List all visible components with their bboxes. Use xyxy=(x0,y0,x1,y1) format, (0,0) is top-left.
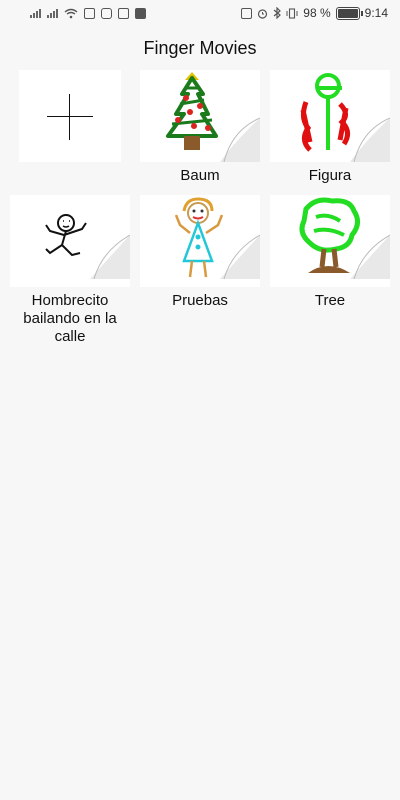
green-tree-drawing xyxy=(270,195,390,287)
movie-item[interactable]: Pruebas xyxy=(140,195,260,346)
movie-thumbnail[interactable] xyxy=(270,70,390,162)
battery-percent: 98 % xyxy=(303,6,331,20)
instagram-icon xyxy=(101,7,112,19)
movie-title: Pruebas xyxy=(172,292,228,309)
movie-thumbnail[interactable] xyxy=(10,195,130,287)
movie-thumbnail[interactable] xyxy=(140,70,260,162)
page-title: Finger Movies xyxy=(143,38,257,58)
stick-man-drawing xyxy=(10,195,130,287)
movie-title: Hombrecito bailando en la calle xyxy=(23,292,117,345)
mail-icon xyxy=(135,7,146,19)
movie-item[interactable]: Figura xyxy=(270,70,390,185)
movie-title: Figura xyxy=(308,167,352,184)
message-icon xyxy=(84,7,95,19)
movie-thumbnail[interactable] xyxy=(140,195,260,287)
green-red-figure-drawing xyxy=(270,70,390,162)
signal-icon xyxy=(30,8,41,18)
clock: 9:14 xyxy=(364,6,388,20)
alarm-icon xyxy=(258,8,268,19)
movies-grid: Baum Figura Hombrecito bailando en la ca… xyxy=(10,70,390,346)
status-bar-left-icons xyxy=(0,7,146,19)
movie-title: Baum xyxy=(180,167,220,184)
vibrate-icon xyxy=(286,7,298,19)
movie-item[interactable]: Baum xyxy=(140,70,260,185)
movie-thumbnail[interactable] xyxy=(270,195,390,287)
battery-icon xyxy=(335,6,363,20)
christmas-tree-drawing xyxy=(140,70,260,162)
status-bar-right-icons: 98 % 9:14 xyxy=(241,6,400,20)
girl-figure-drawing xyxy=(140,195,260,287)
movie-item[interactable]: Hombrecito bailando en la calle xyxy=(10,195,130,346)
signal-icon xyxy=(47,8,58,18)
add-movie-button[interactable] xyxy=(19,70,121,162)
photo-icon xyxy=(118,7,129,19)
status-bar: 98 % 9:14 xyxy=(0,0,400,26)
add-movie-cell[interactable] xyxy=(10,70,130,185)
bluetooth-icon xyxy=(273,7,282,19)
wifi-icon xyxy=(64,8,78,18)
movie-title: Tree xyxy=(314,292,346,309)
plus-icon-vertical xyxy=(69,94,71,140)
nfc-icon xyxy=(241,7,253,19)
movie-item[interactable]: Tree xyxy=(270,195,390,346)
